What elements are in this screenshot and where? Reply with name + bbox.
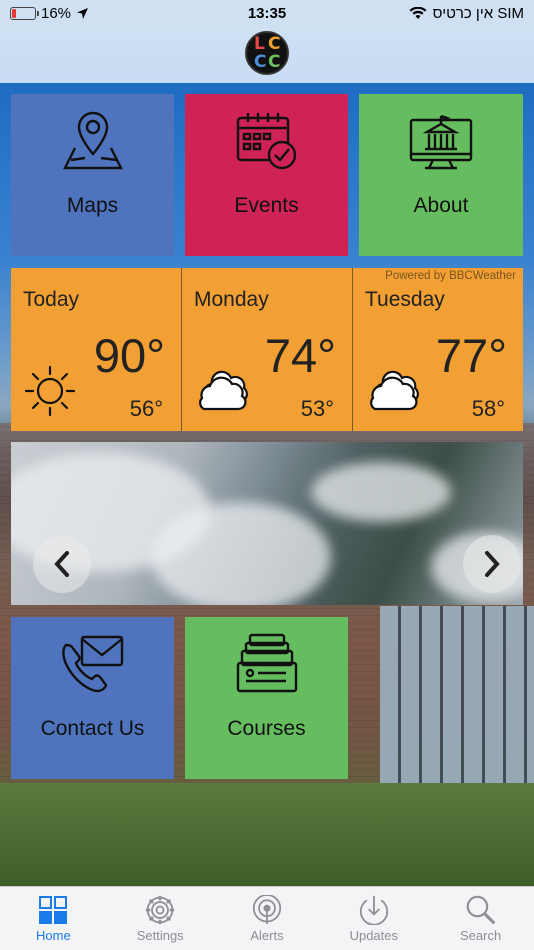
search-icon (466, 895, 495, 925)
courses-tile[interactable]: Courses (185, 617, 348, 779)
weather-high-temp: 74° (264, 329, 336, 382)
app-header: L C C C (0, 28, 534, 83)
weather-powered-by: Powered by BBCWeather (385, 270, 516, 282)
courses-label: Courses (227, 717, 306, 740)
cloud-icon (370, 370, 419, 411)
weather-low-temp: 53° (300, 396, 334, 421)
weather-day-name: Monday (194, 288, 269, 311)
events-label: Events (234, 194, 299, 217)
about-label: About (413, 194, 469, 217)
logo-letter: C (268, 52, 281, 72)
carousel-next-button[interactable] (463, 535, 521, 593)
tab-label: Updates (349, 928, 398, 943)
tab-home[interactable]: Home (0, 887, 107, 950)
tab-alerts[interactable]: Alerts (214, 887, 321, 950)
events-tile[interactable]: Events (185, 94, 348, 256)
logo-letter: C (268, 34, 281, 54)
map-pin-icon (62, 111, 123, 170)
tab-label: Alerts (250, 928, 284, 943)
phone-mail-icon (61, 635, 123, 693)
building-windows (380, 606, 534, 786)
carrier-text: אין כרטיס SIM (432, 5, 524, 22)
logo-letter: L (254, 34, 265, 54)
maps-label: Maps (66, 194, 119, 217)
calendar-check-icon (236, 113, 296, 170)
maps-tile[interactable]: Maps (11, 94, 174, 256)
tab-label: Home (36, 928, 71, 943)
cloud-icon (199, 370, 248, 411)
wifi-icon (409, 7, 427, 19)
weather-high-temp: 77° (435, 329, 507, 382)
tab-label: Search (459, 928, 502, 943)
status-bar: 16% 13:35 אין כרטיס SIM (0, 0, 534, 28)
broadcast-icon (252, 895, 282, 925)
logo-letter: C (254, 52, 267, 72)
weather-day-tuesday: Powered by BBCWeather Tuesday 77° 58° (353, 268, 523, 431)
download-icon (359, 895, 388, 925)
card-file-icon (236, 633, 297, 693)
about-tile[interactable]: About (359, 94, 523, 256)
carousel-prev-button[interactable] (33, 535, 91, 593)
weather-panel[interactable]: Today 90° 56° Monday 74° 53° Powered by … (11, 268, 523, 431)
bottom-tab-bar: Home Settings Alerts Updates Search (0, 886, 534, 950)
chevron-right-icon (485, 551, 500, 577)
gear-icon (146, 895, 175, 925)
chevron-left-icon (54, 551, 69, 577)
contact-us-tile[interactable]: Contact Us (11, 617, 174, 779)
monitor-building-icon (409, 114, 473, 170)
cloud-mist (151, 502, 331, 605)
weather-day-today: Today 90° 56° (11, 268, 182, 431)
tab-label: Settings (136, 928, 184, 943)
tab-settings[interactable]: Settings (107, 887, 214, 950)
status-right: אין כרטיס SIM (409, 5, 524, 22)
tab-search[interactable]: Search (427, 887, 534, 950)
weather-high-temp: 90° (93, 329, 165, 382)
grid-icon (39, 896, 68, 924)
cloud-mist (311, 462, 451, 522)
weather-day-monday: Monday 74° 53° (182, 268, 353, 431)
contact-us-label: Contact Us (40, 717, 145, 740)
tab-updates[interactable]: Updates (320, 887, 427, 950)
weather-low-temp: 56° (129, 396, 163, 421)
grass-lawn (0, 783, 534, 886)
weather-low-temp: 58° (471, 396, 505, 421)
weather-day-name: Tuesday (365, 288, 445, 311)
lccc-logo: L C C C (245, 31, 289, 75)
sun-icon (24, 365, 76, 417)
weather-day-name: Today (23, 288, 80, 311)
image-carousel[interactable] (11, 442, 523, 605)
